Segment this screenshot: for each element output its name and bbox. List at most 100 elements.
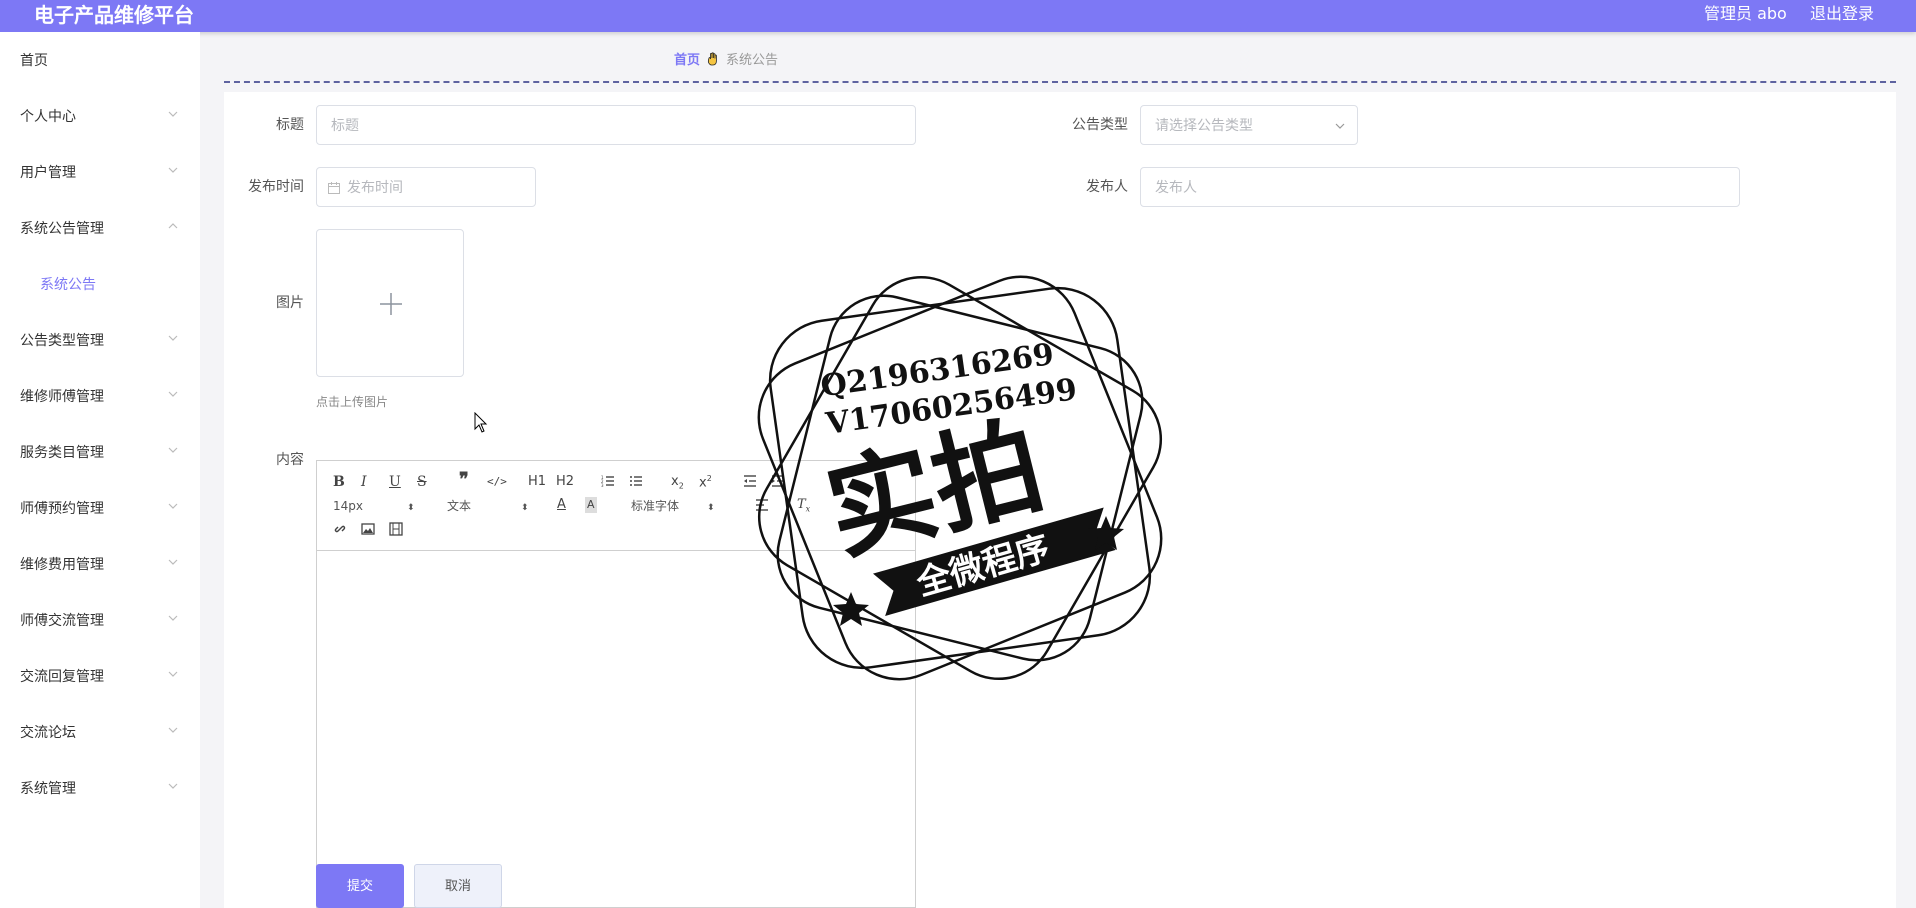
header-2-icon[interactable]: H2 <box>556 474 574 490</box>
chevron-down-icon <box>166 667 180 681</box>
submit-button[interactable]: 提交 <box>316 864 404 908</box>
calendar-icon <box>327 181 341 195</box>
announcement-type-placeholder: 请选择公告类型 <box>1155 118 1253 134</box>
sidebar: 首页 个人中心 用户管理 系统公告管理 系统公告 公告类型管理 维修师傅管理 服… <box>0 32 200 908</box>
link-icon[interactable] <box>333 522 347 540</box>
announcement-type-select[interactable]: 请选择公告类型 <box>1140 105 1358 145</box>
sidebar-item-label: 系统管理 <box>20 781 76 797</box>
publisher-label: 发布人 <box>1086 179 1128 195</box>
font-family-select[interactable]: 标准字体 ⬍ <box>631 498 715 516</box>
code-block-icon[interactable]: </> <box>487 474 507 490</box>
header-1-icon[interactable]: H1 <box>528 474 546 490</box>
strikethrough-icon[interactable]: S <box>417 474 427 490</box>
app-title: 电子产品维修平台 <box>34 3 194 27</box>
sidebar-item-personal-center[interactable]: 个人中心 <box>0 97 200 137</box>
title-label: 标题 <box>276 117 304 133</box>
sidebar-item-label: 维修师傅管理 <box>20 389 104 405</box>
ordered-list-icon[interactable]: 123 <box>601 474 615 492</box>
top-bar: 电子产品维修平台 管理员 abo 退出登录 <box>0 0 1916 32</box>
chevron-down-icon <box>1333 119 1347 133</box>
publish-time-placeholder: 发布时间 <box>347 180 403 196</box>
sidebar-item-label: 服务类目管理 <box>20 445 104 461</box>
watermark-stamp: Q2196316269 V17060256499 实拍 全微程序 <box>740 258 1180 698</box>
publish-time-label: 发布时间 <box>248 179 304 195</box>
chevron-down-icon <box>166 107 180 121</box>
announcement-type-label: 公告类型 <box>1072 117 1128 133</box>
underline-icon[interactable]: U <box>389 474 401 490</box>
sidebar-item-label: 交流论坛 <box>20 725 76 741</box>
chevron-down-icon <box>166 611 180 625</box>
bold-icon[interactable]: B <box>333 474 345 490</box>
image-icon[interactable] <box>361 522 375 540</box>
sort-icon: ⬍ <box>707 503 715 513</box>
sidebar-item-label: 交流回复管理 <box>20 669 104 685</box>
sidebar-item-label: 个人中心 <box>20 109 76 125</box>
breadcrumb: 首页 系统公告 <box>674 51 778 71</box>
text-color-icon[interactable]: A <box>557 497 566 513</box>
sidebar-item-label: 用户管理 <box>20 165 76 181</box>
sidebar-item-service-category-management[interactable]: 服务类目管理 <box>0 433 200 473</box>
chevron-down-icon <box>166 443 180 457</box>
image-label: 图片 <box>276 295 304 311</box>
sidebar-item-announcement-management[interactable]: 系统公告管理 <box>0 209 200 249</box>
bullet-list-icon[interactable] <box>629 474 643 492</box>
upload-hint: 点击上传图片 <box>316 395 389 409</box>
breadcrumb-home[interactable]: 首页 <box>674 53 700 68</box>
header-select-value: 文本 <box>447 499 472 513</box>
title-placeholder: 标题 <box>331 118 359 134</box>
sidebar-item-label: 首页 <box>20 53 48 69</box>
publisher-input[interactable]: 发布人 <box>1140 167 1740 207</box>
sidebar-item-label: 师傅预约管理 <box>20 501 104 517</box>
sidebar-item-label: 维修费用管理 <box>20 557 104 573</box>
chevron-up-icon <box>166 219 180 233</box>
content-label: 内容 <box>276 452 304 468</box>
sidebar-item-repair-fee-management[interactable]: 维修费用管理 <box>0 545 200 585</box>
italic-icon[interactable]: I <box>361 474 367 490</box>
sort-icon: ⬍ <box>407 503 415 513</box>
chevron-down-icon <box>166 555 180 569</box>
sidebar-item-announcement-type-management[interactable]: 公告类型管理 <box>0 321 200 361</box>
image-upload[interactable] <box>316 229 464 377</box>
sidebar-item-home[interactable]: 首页 <box>0 41 200 81</box>
star-icon <box>833 592 869 626</box>
h1-text: H1 <box>528 474 547 489</box>
superscript-icon[interactable]: x2 <box>699 471 712 491</box>
chevron-down-icon <box>166 163 180 177</box>
publisher-placeholder: 发布人 <box>1155 180 1197 196</box>
sidebar-item-booking-management[interactable]: 师傅预约管理 <box>0 489 200 529</box>
sort-icon: ⬍ <box>521 503 529 513</box>
sidebar-item-technician-management[interactable]: 维修师傅管理 <box>0 377 200 417</box>
logout-link[interactable]: 退出登录 <box>1810 4 1874 24</box>
mouse-cursor-icon <box>474 411 488 434</box>
font-family-value: 标准字体 <box>631 499 680 513</box>
sidebar-subitem-announcements[interactable]: 系统公告 <box>0 265 200 305</box>
breadcrumb-current: 系统公告 <box>726 53 779 68</box>
breadcrumb-divider <box>224 81 1896 83</box>
sidebar-item-technician-exchange-management[interactable]: 师傅交流管理 <box>0 601 200 641</box>
current-user: 管理员 abo <box>1704 4 1787 23</box>
sidebar-item-label: 公告类型管理 <box>20 333 104 349</box>
publish-time-picker[interactable]: 发布时间 <box>316 167 536 207</box>
sidebar-item-user-management[interactable]: 用户管理 <box>0 153 200 193</box>
cancel-button[interactable]: 取消 <box>414 864 502 908</box>
subscript-icon[interactable]: x2 <box>671 474 684 495</box>
header-select[interactable]: 文本 ⬍ <box>447 498 529 516</box>
sidebar-item-label: 系统公告 <box>40 277 96 293</box>
chevron-down-icon <box>166 723 180 737</box>
video-icon[interactable] <box>389 522 403 540</box>
background-color-icon[interactable]: A <box>585 497 597 513</box>
font-size-select[interactable]: 14px ⬍ <box>333 498 415 516</box>
font-size-value: 14px <box>333 499 363 513</box>
blockquote-icon[interactable]: ❞ <box>459 471 469 489</box>
chevron-down-icon <box>166 499 180 513</box>
title-input[interactable]: 标题 <box>316 105 916 145</box>
chevron-down-icon <box>166 779 180 793</box>
chevron-down-icon <box>166 331 180 345</box>
sidebar-item-system-management[interactable]: 系统管理 <box>0 769 200 809</box>
sidebar-item-label: 师傅交流管理 <box>20 613 104 629</box>
svg-text:3: 3 <box>601 483 604 488</box>
h2-text: H2 <box>556 474 575 489</box>
sidebar-item-reply-management[interactable]: 交流回复管理 <box>0 657 200 697</box>
sidebar-item-label: 系统公告管理 <box>20 221 104 237</box>
sidebar-item-forum[interactable]: 交流论坛 <box>0 713 200 753</box>
